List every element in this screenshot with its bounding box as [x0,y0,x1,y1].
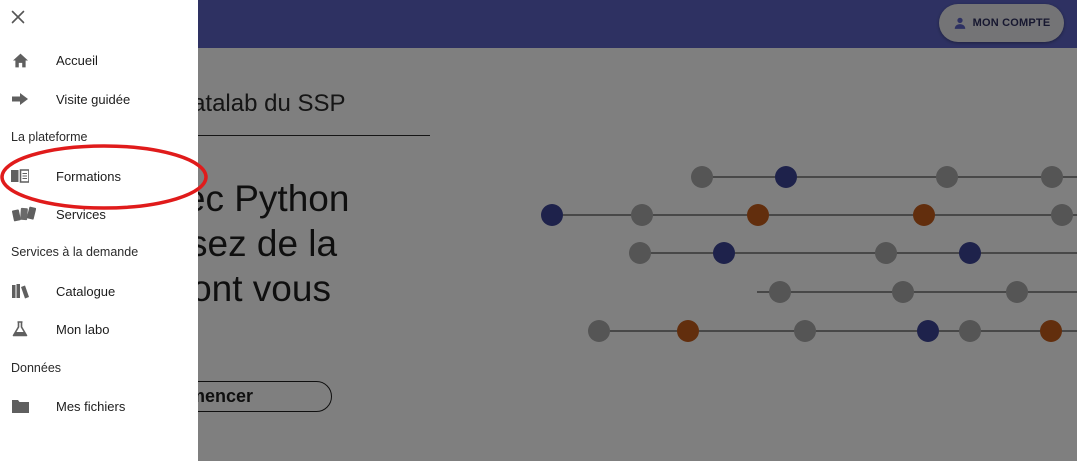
flask-icon [11,321,29,337]
nav-item-label: Accueil [56,52,98,68]
book-open-icon [11,168,29,184]
library-books-icon [11,283,29,299]
section-header-platform: La plateforme [11,130,88,144]
arrow-right-icon [11,91,29,107]
nav-item-guided-tour[interactable]: Visite guidée [0,81,198,117]
nav-item-label: Services [56,206,106,222]
folder-icon [11,398,29,414]
close-drawer-button[interactable] [8,7,28,27]
nav-item-services[interactable]: Services [0,196,198,232]
nav-item-formations[interactable]: Formations [0,158,198,194]
nav-item-label: Catalogue [56,283,116,299]
section-header-on-demand-services: Services à la demande [11,245,139,259]
navigation-drawer: Accueil Visite guidée La plateforme Form… [0,0,198,461]
nav-item-home[interactable]: Accueil [0,42,198,78]
home-icon [11,52,29,68]
section-header-data: Données [11,361,62,375]
nav-item-label: Mon labo [56,321,110,337]
nav-item-my-lab[interactable]: Mon labo [0,311,198,347]
close-icon [11,10,25,24]
cards-icon [12,206,36,222]
nav-item-label: Visite guidée [56,91,131,107]
nav-item-catalogue[interactable]: Catalogue [0,273,198,309]
nav-item-label: Mes fichiers [56,398,126,414]
nav-item-my-files[interactable]: Mes fichiers [0,388,198,424]
nav-item-label: Formations [56,168,122,184]
